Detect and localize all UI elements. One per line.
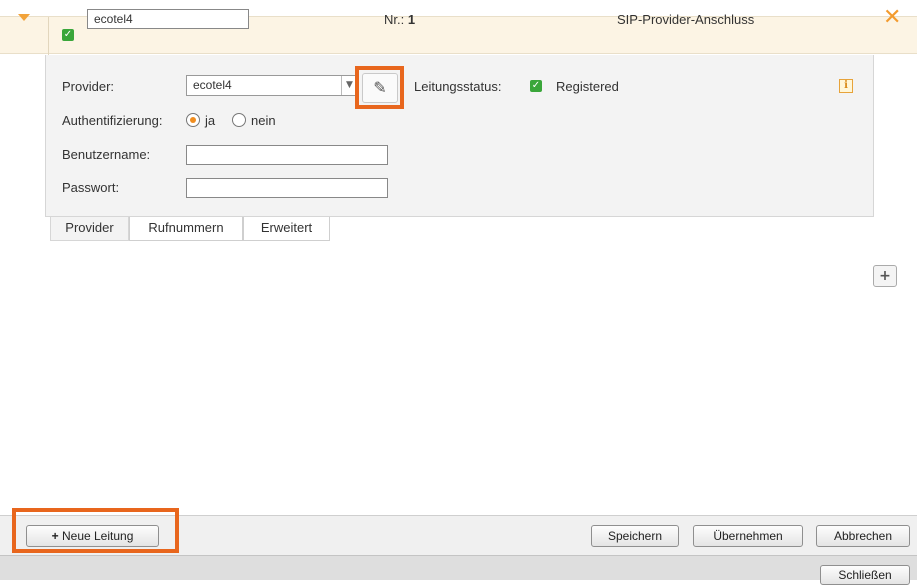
close-icon[interactable]: ✕ [883, 5, 901, 31]
status-bar [0, 555, 917, 580]
line-type-label: SIP-Provider-Anschluss [617, 12, 755, 27]
line-enabled-checkbox[interactable]: ✓ [62, 29, 74, 41]
password-label: Passwort: [62, 180, 120, 195]
auth-yes-label: ja [205, 113, 216, 128]
password-input[interactable] [186, 178, 388, 198]
new-line-highlight [12, 508, 179, 553]
add-icon[interactable]: + [873, 265, 897, 287]
auth-no-label: nein [251, 113, 276, 128]
authentication-label: Authentifizierung: [62, 113, 163, 128]
collapse-arrow-icon[interactable] [18, 14, 30, 21]
tab-provider[interactable]: Provider [50, 217, 129, 241]
status-check-icon: ✓ [530, 80, 542, 92]
line-status-value: Registered [556, 79, 619, 94]
header-divider [48, 17, 49, 55]
line-status-label: Leitungsstatus: [414, 79, 502, 94]
username-input[interactable] [186, 145, 388, 165]
info-icon[interactable]: i [839, 79, 853, 93]
line-number-value: 1 [407, 12, 416, 27]
auth-yes-radio[interactable] [186, 113, 200, 127]
tab-rufnummern[interactable]: Rufnummern [129, 217, 243, 241]
provider-label: Provider: [62, 79, 115, 94]
save-button[interactable]: Speichern [591, 525, 679, 547]
line-number: Nr.: 1 [384, 12, 415, 27]
provider-select-value: ecotel4 [193, 78, 232, 92]
line-number-label: Nr.: [384, 12, 405, 27]
edit-button-highlight [355, 66, 404, 109]
apply-button[interactable]: Übernehmen [693, 525, 803, 547]
username-label: Benutzername: [62, 147, 151, 162]
close-button[interactable]: Schließen [820, 565, 910, 585]
provider-select[interactable]: ecotel4 ▼ [186, 75, 358, 96]
cancel-button[interactable]: Abbrechen [816, 525, 910, 547]
tab-erweitert[interactable]: Erweitert [243, 217, 330, 241]
auth-no-radio[interactable] [232, 113, 246, 127]
line-name-input[interactable] [87, 9, 249, 29]
